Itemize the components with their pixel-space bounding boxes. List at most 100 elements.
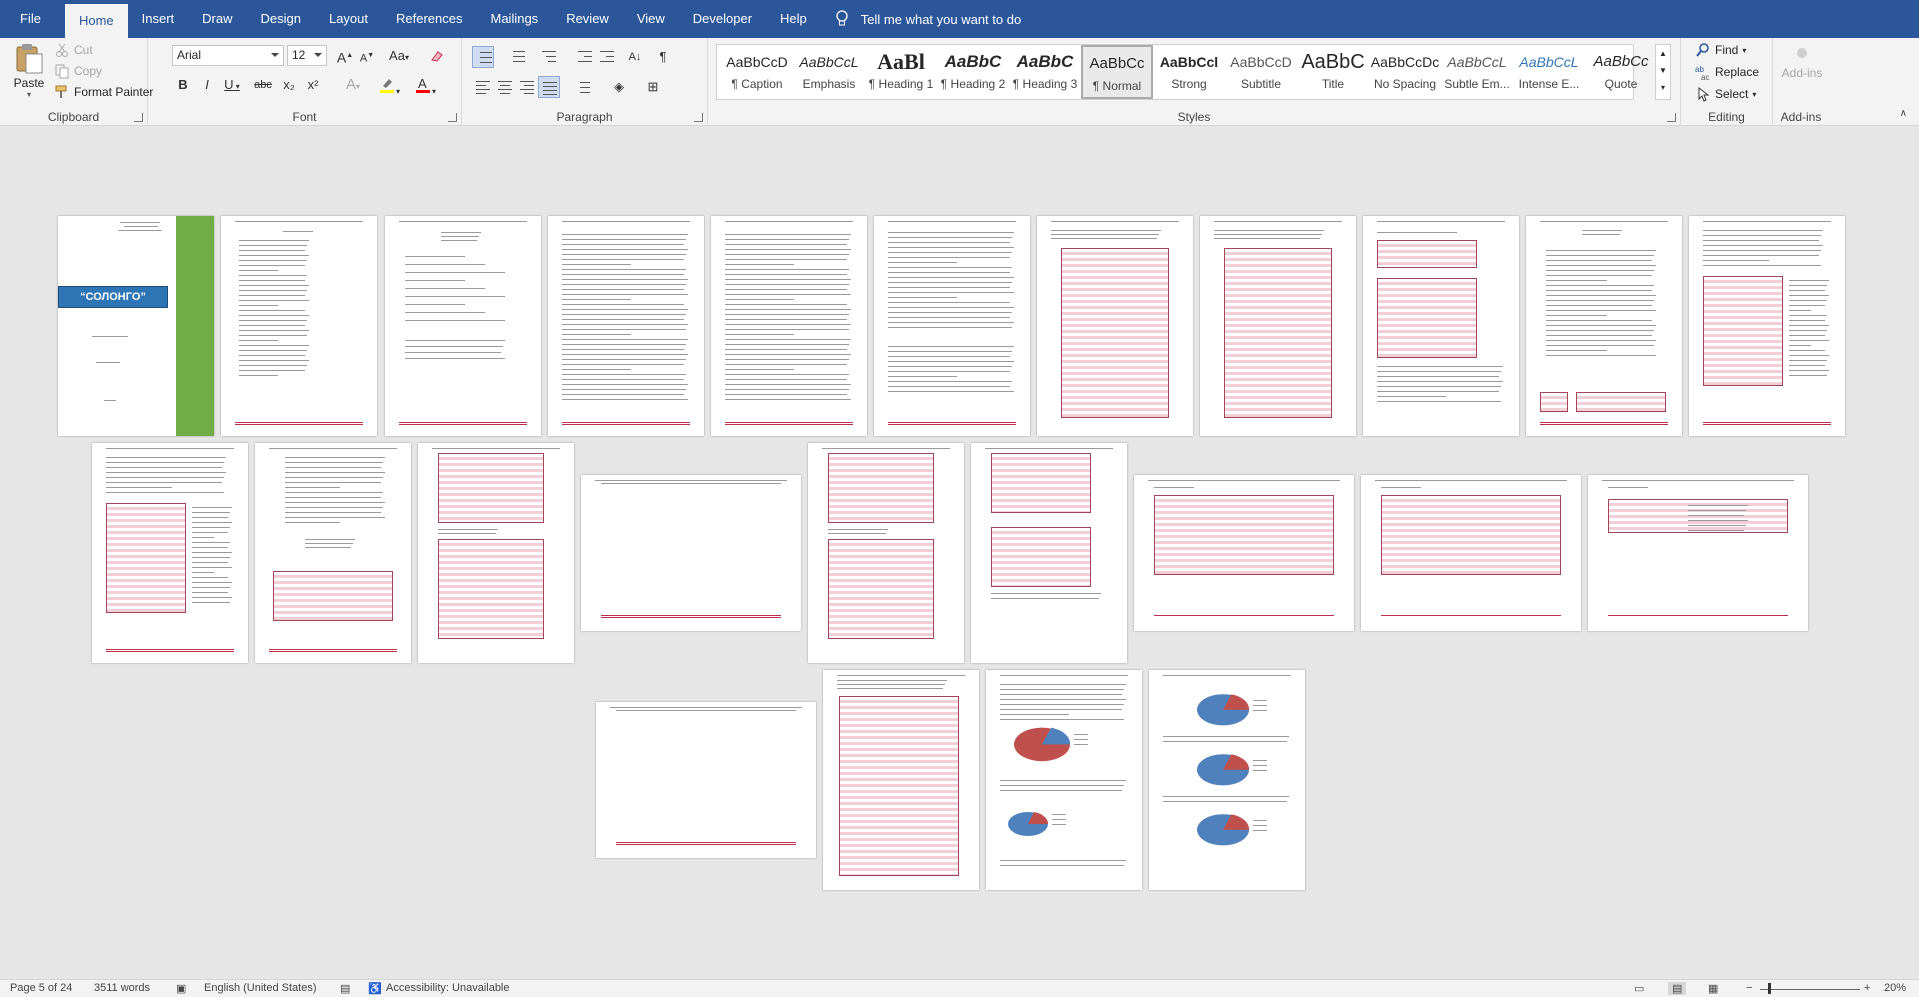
style-emphasis[interactable]: AaBbCcL Emphasis xyxy=(793,45,865,99)
tab-file[interactable]: File xyxy=(0,0,65,38)
document-page[interactable] xyxy=(1149,670,1305,890)
style-caption[interactable]: AaBbCcD ¶ Caption xyxy=(721,45,793,99)
tab-review[interactable]: Review xyxy=(552,0,623,38)
print-layout-icon[interactable]: ▤ xyxy=(1668,982,1687,995)
styles-dialog-launcher-icon[interactable] xyxy=(1667,113,1676,122)
align-left-button[interactable] xyxy=(472,76,494,98)
change-case-button[interactable]: Aa▾ xyxy=(384,45,414,67)
paste-button[interactable]: Paste ▾ xyxy=(8,42,50,104)
style-heading-3[interactable]: AaBbC ¶ Heading 3 xyxy=(1009,45,1081,99)
clear-formatting-button[interactable] xyxy=(426,45,448,67)
decrease-indent-button[interactable] xyxy=(574,46,596,68)
zoom-slider-thumb[interactable] xyxy=(1768,983,1771,994)
tab-insert[interactable]: Insert xyxy=(128,0,189,38)
font-name-combo[interactable]: Arial xyxy=(172,45,284,66)
document-page[interactable] xyxy=(711,216,867,436)
web-layout-icon[interactable]: ▦ xyxy=(1708,982,1718,995)
highlight-button[interactable]: ▾ xyxy=(374,74,404,96)
borders-button[interactable]: ⊞ xyxy=(642,76,664,98)
collapse-ribbon-icon[interactable]: ∧ xyxy=(1900,108,1907,119)
language-indicator[interactable]: English (United States) xyxy=(204,982,317,994)
bold-button[interactable]: B xyxy=(172,74,194,96)
addins-button[interactable]: Add-ins xyxy=(1781,42,1823,94)
shading-button[interactable]: ◈ xyxy=(608,76,630,98)
select-button[interactable]: Select ▾ xyxy=(1695,86,1756,102)
document-page[interactable] xyxy=(385,216,541,436)
font-size-combo[interactable]: 12 xyxy=(287,45,327,66)
numbering-button[interactable] xyxy=(506,46,528,68)
zoom-slider[interactable] xyxy=(1760,989,1860,990)
select-dropdown-icon[interactable]: ▾ xyxy=(1752,90,1756,99)
document-page[interactable] xyxy=(971,443,1127,663)
shrink-font-button[interactable]: A▼ xyxy=(356,45,378,67)
font-dialog-launcher-icon[interactable] xyxy=(448,113,457,122)
subscript-button[interactable]: x₂ xyxy=(278,74,300,96)
style-no-spacing[interactable]: AaBbCcDc No Spacing xyxy=(1369,45,1441,99)
style-intense-e[interactable]: AaBbCcL Intense E... xyxy=(1513,45,1585,99)
gallery-more-icon[interactable]: ▾ xyxy=(1656,79,1670,96)
zoom-level[interactable]: 20% xyxy=(1884,982,1906,994)
tab-developer[interactable]: Developer xyxy=(679,0,766,38)
replace-button[interactable]: ab ac Replace xyxy=(1695,64,1759,82)
document-page[interactable] xyxy=(808,443,964,663)
tab-layout[interactable]: Layout xyxy=(315,0,382,38)
document-page[interactable] xyxy=(92,443,248,663)
document-page-landscape[interactable] xyxy=(1588,475,1808,631)
style-heading-1[interactable]: AaBl ¶ Heading 1 xyxy=(865,45,937,99)
line-spacing-button[interactable] xyxy=(570,76,592,98)
multilevel-list-button[interactable] xyxy=(538,46,560,68)
justify-button[interactable] xyxy=(538,76,560,98)
font-name-dropdown-icon[interactable] xyxy=(271,53,279,57)
document-page[interactable] xyxy=(986,670,1142,890)
styles-gallery-scroll[interactable]: ▲ ▼ ▾ xyxy=(1655,44,1671,100)
document-page-landscape[interactable] xyxy=(596,702,816,858)
read-mode-icon[interactable]: ▭ xyxy=(1634,982,1644,995)
text-effects-button[interactable]: A▾ xyxy=(338,74,368,96)
find-button[interactable]: Find ▾ xyxy=(1695,42,1746,58)
format-painter-button[interactable]: Format Painter xyxy=(54,84,153,100)
document-page-landscape[interactable] xyxy=(581,475,801,631)
document-page[interactable] xyxy=(418,443,574,663)
tab-references[interactable]: References xyxy=(382,0,476,38)
zoom-out-button[interactable]: − xyxy=(1746,982,1752,994)
style-normal[interactable]: AaBbCc ¶ Normal xyxy=(1081,45,1153,99)
style-quote[interactable]: AaBbCc Quote xyxy=(1585,45,1657,99)
document-page[interactable] xyxy=(1037,216,1193,436)
sort-button[interactable]: A↓ xyxy=(624,46,646,68)
tell-me-search[interactable]: Tell me what you want to do xyxy=(821,0,1021,38)
font-color-button[interactable]: A ▾ xyxy=(410,74,440,96)
document-page[interactable] xyxy=(1689,216,1845,436)
tab-mailings[interactable]: Mailings xyxy=(477,0,553,38)
document-page[interactable] xyxy=(548,216,704,436)
font-size-dropdown-icon[interactable] xyxy=(314,53,322,57)
document-page-landscape[interactable] xyxy=(1361,475,1581,631)
document-page[interactable] xyxy=(255,443,411,663)
increase-indent-button[interactable] xyxy=(596,46,618,68)
document-page[interactable] xyxy=(1363,216,1519,436)
superscript-button[interactable]: x² xyxy=(302,74,324,96)
document-page[interactable] xyxy=(1526,216,1682,436)
gallery-up-icon[interactable]: ▲ xyxy=(1656,45,1670,62)
page-count[interactable]: Page 5 of 24 xyxy=(10,982,72,994)
accessibility-status[interactable]: Accessibility: Unavailable xyxy=(386,982,510,994)
document-page[interactable] xyxy=(874,216,1030,436)
macro-record-icon[interactable]: ▤ xyxy=(340,982,350,995)
document-area[interactable]: “СОЛОНГО” xyxy=(0,127,1919,979)
italic-button[interactable]: I xyxy=(196,74,218,96)
gallery-down-icon[interactable]: ▼ xyxy=(1656,62,1670,79)
show-hide-button[interactable]: ¶ xyxy=(652,46,674,68)
style-subtle-em[interactable]: AaBbCcL Subtle Em... xyxy=(1441,45,1513,99)
clipboard-dialog-launcher-icon[interactable] xyxy=(134,113,143,122)
document-page[interactable] xyxy=(1200,216,1356,436)
style-strong[interactable]: AaBbCcl Strong xyxy=(1153,45,1225,99)
grow-font-button[interactable]: A▲ xyxy=(334,45,356,67)
document-page[interactable] xyxy=(823,670,979,890)
document-page-cover[interactable]: “СОЛОНГО” xyxy=(58,216,214,436)
cut-button[interactable]: Cut xyxy=(54,42,93,58)
style-title[interactable]: AaBbC Title xyxy=(1297,45,1369,99)
tab-help[interactable]: Help xyxy=(766,0,821,38)
document-page[interactable] xyxy=(221,216,377,436)
find-dropdown-icon[interactable]: ▾ xyxy=(1742,46,1746,55)
style-heading-2[interactable]: AaBbC ¶ Heading 2 xyxy=(937,45,1009,99)
tab-view[interactable]: View xyxy=(623,0,679,38)
